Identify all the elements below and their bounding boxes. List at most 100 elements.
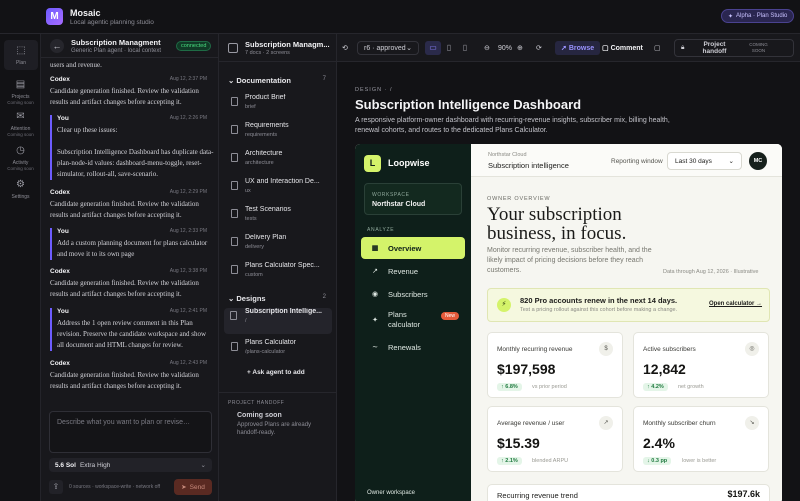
design-item-active[interactable]: Subscription Intellige... / — [224, 308, 332, 334]
document-icon — [231, 97, 238, 106]
ask-agent-button[interactable]: + Ask agent to add — [247, 369, 305, 376]
chevron-down-icon: ⌄ — [228, 294, 235, 303]
nav-revenue[interactable]: ↗ Revenue — [361, 260, 465, 282]
zoom-level: 90% — [498, 44, 513, 52]
history-button[interactable]: ⟲ — [342, 41, 348, 55]
send-button[interactable]: ➤ Send — [174, 479, 212, 495]
users-icon: ◉ — [371, 291, 379, 298]
refresh-button[interactable]: ⟳ — [536, 41, 542, 55]
hero-heading: Your subscription business, in focus. — [487, 204, 627, 244]
composer-footer: ⇪ 0 sources · workspace-write · network … — [49, 478, 212, 496]
rail-attention[interactable]: ✉ Attention Coming soon — [0, 110, 41, 137]
handoff-title: Coming soon — [237, 412, 282, 419]
attention-icon: ✉ — [16, 111, 25, 122]
chat-icon-button[interactable]: ▢ — [654, 41, 661, 55]
doc-item[interactable]: Delivery Plan delivery — [229, 234, 333, 260]
trend-icon: ↗ — [372, 268, 378, 275]
owner-workspace-label: Owner workspace — [367, 490, 416, 496]
handoff-section-label: PROJECT HANDOFF — [228, 400, 285, 406]
nav-overview[interactable]: ▦ Overview — [361, 237, 465, 259]
subscribers-icon: ◎ — [745, 342, 759, 356]
renewals-icon: ∼ — [372, 344, 378, 351]
calculator-icon: ✦ — [372, 317, 378, 324]
rail-projects[interactable]: ▤ Projects Coming soon — [0, 78, 41, 105]
documents-panel: Subscription Managm... 7 docs · 2 screen… — [219, 34, 337, 501]
mosaic-logo: M — [46, 8, 63, 25]
lightning-icon: ⚡︎ — [497, 298, 511, 312]
chevron-down-icon: ⌄ — [728, 158, 734, 165]
sparkle-icon: ✦ — [728, 13, 734, 20]
rail-plan[interactable]: ⬚ Plan — [4, 40, 38, 70]
divider — [219, 392, 337, 393]
plan-studio-badge[interactable]: ✦ Alpha · Plan Studio — [721, 9, 795, 23]
data-freshness-note: Data through Aug 12, 2026 · Illustrative — [663, 269, 759, 275]
open-calculator-link[interactable]: Open calculator → — [709, 301, 762, 307]
project-handoff-button[interactable]: 🔒︎ Project handoff COMING SOON — [674, 39, 794, 57]
nav-plans-calculator[interactable]: ✦ Plans calculator New — [361, 307, 465, 333]
design-description: A responsive platform-owner dashboard wi… — [355, 117, 670, 134]
message-codex: Codex Aug 12, 2:29 PM Candidate generatio… — [50, 189, 207, 219]
doc-item[interactable]: Architecture architecture — [229, 150, 333, 176]
screen-icon — [230, 311, 237, 320]
comment-button[interactable]: ▢ Comment — [602, 41, 643, 55]
design-title: Subscription Intelligence Dashboard — [355, 97, 582, 112]
dollar-icon: $ — [599, 342, 613, 356]
documentation-section-header[interactable]: ⌄ Documentation 7 — [228, 76, 332, 85]
zoom-out-button[interactable]: ⊖ — [484, 41, 490, 55]
upload-button[interactable]: ⇪ — [49, 480, 63, 494]
model-selector[interactable]: 5.6 Sol Extra High ⌄ — [49, 458, 212, 472]
avatar[interactable]: MC — [749, 152, 767, 170]
message-codex: Codex Aug 12, 3:38 PM Candidate generatio… — [50, 268, 207, 298]
history-icon: ⟲ — [342, 45, 348, 52]
zoom-in-button[interactable]: ⊕ — [517, 41, 523, 55]
nav-renewals[interactable]: ∼ Renewals — [361, 336, 465, 358]
renewal-alert-banner: ⚡︎ 820 Pro accounts renew in the next 14… — [487, 288, 770, 322]
doc-item[interactable]: Plans Calculator Spec... custom — [229, 262, 333, 288]
settings-icon: ⚙ — [16, 179, 25, 190]
arrow-left-icon: ← — [52, 41, 62, 51]
connection-status-badge: connected — [176, 41, 212, 51]
composer-input[interactable]: Describe what you want to plan or revise… — [49, 411, 212, 453]
back-button[interactable]: ← — [50, 39, 64, 53]
projects-icon: ▤ — [15, 79, 26, 90]
arrow-icon: ↗ — [599, 416, 613, 430]
tablet-view-icon[interactable]: ▯ — [441, 41, 457, 55]
mobile-view-icon[interactable]: ▯ — [457, 41, 473, 55]
doc-item[interactable]: Requirements requirements — [229, 122, 333, 148]
message-list[interactable]: users and revenue. Codex Aug 12, 2:37 PM … — [41, 59, 219, 439]
rail-settings[interactable]: ⚙ Settings — [0, 178, 41, 200]
doc-item[interactable]: Test Scenarios tests — [229, 206, 333, 232]
message-user: You Aug 12, 2:41 PM Address the 1 open re… — [50, 308, 214, 351]
revenue-trend-card: Recurring revenue trend $197.6k — [487, 484, 770, 501]
revision-select[interactable]: r6 · approved ⌄ — [357, 41, 419, 55]
project-summary: 7 docs · 2 screens — [245, 50, 290, 56]
kpi-card-arpu: Average revenue / user ↗ $15.39 ↑ 2.1% b… — [487, 406, 623, 472]
viewport-toggle: ▭ ▯ ▯ — [425, 41, 479, 55]
panel-toggle-icon[interactable] — [228, 43, 238, 53]
doc-item[interactable]: UX and Interaction De... ux — [229, 178, 333, 204]
handoff-description: Approved Plans are already handoff-ready… — [237, 422, 312, 436]
document-icon — [231, 209, 238, 218]
design-item[interactable]: Plans Calculator/plans-calculator — [229, 339, 333, 365]
chat-title: Subscription Managment — [71, 38, 161, 47]
message-user: You Aug 12, 2:26 PM Clear up these issues… — [50, 115, 214, 180]
top-bar: M Mosaic Local agentic planning studio ✦… — [0, 0, 800, 34]
message-codex: Codex Aug 12, 2:37 PM Candidate generatio… — [50, 76, 207, 106]
desktop-view-icon[interactable]: ▭ — [425, 41, 441, 55]
comment-icon: ▢ — [602, 45, 611, 52]
lock-icon: 🔒︎ — [681, 44, 685, 51]
browse-button[interactable]: ➚ Browse — [555, 41, 601, 55]
doc-item[interactable]: Product Brief brief — [229, 94, 333, 120]
chat-panel: ← Subscription Managment Generic Plan ag… — [41, 34, 219, 501]
zoom-out-icon: ⊖ — [484, 45, 490, 52]
designs-section-header[interactable]: ⌄ Designs 2 — [228, 294, 332, 303]
loopwise-logo: L — [364, 155, 381, 172]
reporting-window-select[interactable]: Last 30 days ⌄ — [667, 152, 742, 170]
workspace-switcher[interactable]: WORKSPACE Northstar Cloud — [364, 183, 462, 215]
composer-meta: 0 sources · workspace-write · network of… — [69, 484, 161, 490]
rail-activity[interactable]: ◷ Activity Coming soon — [0, 144, 41, 171]
document-icon — [231, 181, 238, 190]
app-sidebar: L Loopwise WORKSPACE Northstar Cloud ANA… — [355, 144, 471, 501]
kpi-card-churn: Monthly subscriber churn ↘ 2.4% ↓ 0.3 pp… — [633, 406, 769, 472]
nav-subscribers[interactable]: ◉ Subscribers — [361, 283, 465, 305]
